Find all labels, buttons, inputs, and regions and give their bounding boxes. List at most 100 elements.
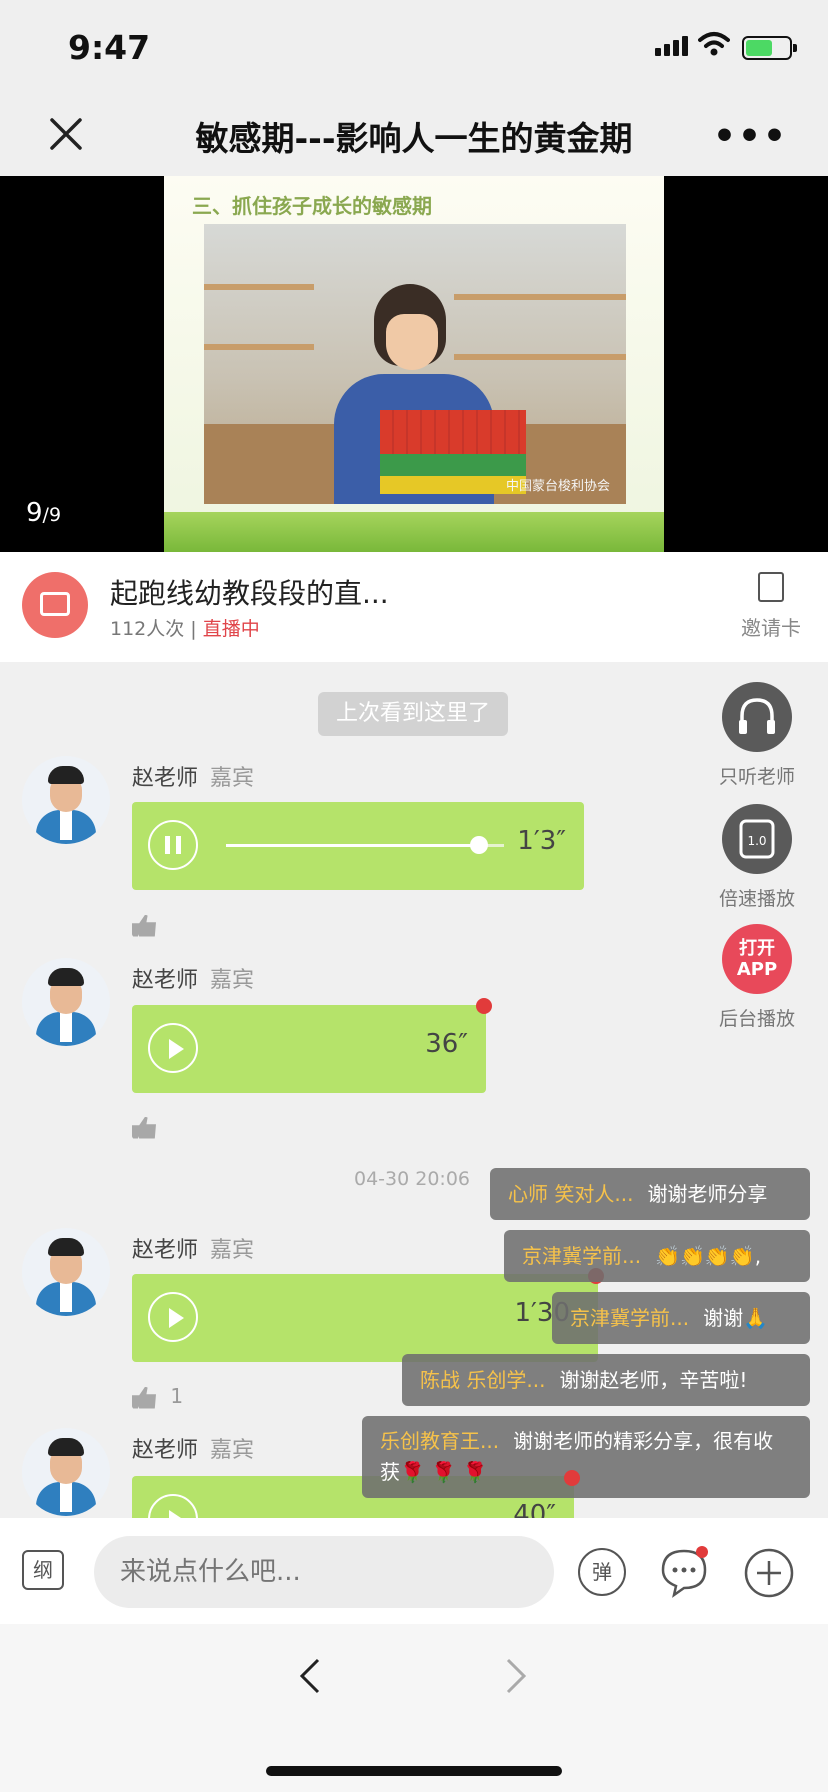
outline-calendar-icon[interactable]: 纲 — [22, 1550, 64, 1590]
speed-value: 1.0 — [747, 834, 766, 848]
voice-message[interactable]: 1′3″ — [132, 802, 584, 890]
sender-role: 嘉宾 — [210, 1438, 255, 1463]
play-icon — [169, 1510, 184, 1518]
add-icon[interactable] — [744, 1548, 794, 1598]
sender-name: 赵老师 嘉宾 — [132, 760, 254, 792]
slide-grass — [164, 512, 664, 552]
invite-card-button[interactable]: 邀请卡 — [736, 572, 806, 641]
live-status: 直播中 — [202, 618, 260, 640]
voice-duration: 36″ — [425, 1029, 468, 1059]
speed-icon: 1.0 — [739, 819, 775, 859]
status-time: 9:47 — [68, 28, 151, 67]
cellular-signal-icon — [655, 36, 688, 56]
sender-role: 嘉宾 — [210, 766, 255, 791]
page-title: 敏感期---影响人一生的黄金期 — [195, 119, 633, 158]
play-button[interactable] — [148, 1292, 198, 1342]
voice-message[interactable]: 1′30 — [132, 1274, 598, 1362]
voice-duration: 40″ — [513, 1500, 556, 1518]
background-play-label: 后台播放 — [718, 1008, 795, 1030]
page-current: 9 — [26, 498, 43, 528]
sender-label: 赵老师 — [132, 968, 199, 993]
like-button[interactable] — [132, 912, 156, 937]
progress-thumb[interactable] — [470, 836, 488, 854]
tv-icon — [40, 592, 70, 616]
slide-image: 三、抓住孩子成长的敏感期 中国蒙台梭利协会 — [164, 176, 664, 552]
danmaku-item: 京津冀学前... 👏👏👏👏, — [504, 1230, 810, 1282]
avatar[interactable] — [22, 756, 110, 844]
play-button[interactable] — [148, 1023, 198, 1073]
danmaku-sender: 乐创教育王... — [380, 1429, 500, 1453]
danmaku-item: 乐创教育王... 谢谢老师的精彩分享，很有收获🌹 🌹 🌹 — [362, 1416, 810, 1498]
battery-icon — [742, 36, 797, 60]
pause-button[interactable] — [148, 820, 198, 870]
voice-message[interactable]: 36″ — [132, 1005, 486, 1093]
invite-card-icon — [758, 572, 784, 602]
pause-icon — [165, 836, 181, 854]
forward-chevron-icon[interactable] — [504, 1656, 528, 1696]
thumbs-up-icon — [132, 914, 156, 937]
back-chevron-icon[interactable] — [298, 1656, 322, 1696]
comments-badge — [696, 1546, 708, 1558]
speed-playback-label: 倍速播放 — [718, 888, 795, 910]
danmaku-text: 👏👏👏👏, — [655, 1244, 762, 1268]
avatar[interactable] — [22, 958, 110, 1046]
page-counter: 9/9 — [26, 498, 61, 528]
sender-label: 赵老师 — [132, 1238, 199, 1263]
viewer-count: 112人次 | — [110, 618, 197, 640]
close-icon[interactable] — [44, 112, 88, 156]
danmaku-sender: 陈战 乐创学... — [420, 1368, 546, 1392]
comment-input[interactable] — [94, 1536, 554, 1608]
listen-teacher-only-label: 只听老师 — [718, 766, 795, 788]
like-button[interactable]: 1 — [132, 1384, 183, 1409]
channel-bar[interactable]: 起跑线幼教段段的直... 112人次 | 直播中 邀请卡 — [0, 552, 828, 664]
voice-duration: 1′3″ — [517, 826, 566, 856]
danmaku-item: 京津冀学前... 谢谢🙏 — [552, 1292, 810, 1344]
open-app-button[interactable]: 打开 APP — [722, 924, 792, 994]
sender-role: 嘉宾 — [210, 968, 255, 993]
open-app-line1: 打开 — [739, 938, 775, 959]
listen-teacher-only-button[interactable] — [722, 682, 792, 752]
chat-area[interactable]: 上次看到这里了 赵老师 嘉宾 1′3″ 赵老师 嘉宾 36″ 04-30 20:06… — [0, 662, 828, 1518]
message-timestamp: 04-30 20:06 — [354, 1168, 471, 1190]
avatar[interactable] — [22, 1228, 110, 1316]
play-icon — [169, 1039, 184, 1059]
danmaku-text: 谢谢赵老师，辛苦啦! — [559, 1368, 748, 1392]
open-app-line2: APP — [736, 959, 778, 980]
sender-name: 赵老师 嘉宾 — [132, 962, 254, 994]
danmaku-toggle-button[interactable]: 弹 — [578, 1548, 626, 1596]
input-bar: 纲 弹 — [0, 1518, 828, 1624]
headphones-icon — [739, 698, 775, 734]
play-icon — [169, 1308, 184, 1328]
slide-photo — [204, 224, 626, 504]
unread-dot — [476, 998, 492, 1014]
sender-name: 赵老师 嘉宾 — [132, 1232, 254, 1264]
danmaku-text: 谢谢老师分享 — [647, 1182, 768, 1206]
sender-label: 赵老师 — [132, 766, 199, 791]
video-player[interactable]: 三、抓住孩子成长的敏感期 中国蒙台梭利协会 9/9 — [0, 176, 828, 552]
like-count: 1 — [170, 1384, 184, 1408]
more-options-icon[interactable]: ••• — [713, 116, 788, 157]
avatar[interactable] — [22, 1428, 110, 1516]
wifi-icon — [698, 32, 730, 56]
danmaku-sender: 京津冀学前... — [522, 1244, 642, 1268]
page-total: /9 — [42, 504, 62, 526]
channel-meta: 112人次 | 直播中 — [110, 614, 260, 641]
channel-name[interactable]: 起跑线幼教段段的直... — [110, 572, 389, 612]
speed-playback-button[interactable]: 1.0 — [722, 804, 792, 874]
browser-bottom-nav — [0, 1624, 828, 1792]
slide-watermark: 中国蒙台梭利协会 — [505, 479, 610, 494]
progress-track[interactable] — [226, 844, 482, 847]
channel-logo[interactable] — [22, 572, 88, 638]
invite-card-label: 邀请卡 — [741, 616, 801, 640]
thumbs-up-icon — [132, 1116, 156, 1139]
danmaku-sender: 京津冀学前... — [570, 1306, 690, 1330]
sender-label: 赵老师 — [132, 1438, 199, 1463]
danmaku-text: 谢谢🙏 — [703, 1306, 768, 1330]
play-button[interactable] — [148, 1494, 198, 1518]
last-seen-marker[interactable]: 上次看到这里了 — [318, 692, 508, 736]
nav-bar: 敏感期---影响人一生的黄金期 ••• — [0, 96, 828, 176]
like-button[interactable] — [132, 1114, 156, 1139]
danmaku-item: 心师 笑对人... 谢谢老师分享 — [490, 1168, 810, 1220]
unread-dot — [564, 1470, 580, 1486]
slide-heading: 三、抓住孩子成长的敏感期 — [192, 194, 432, 218]
